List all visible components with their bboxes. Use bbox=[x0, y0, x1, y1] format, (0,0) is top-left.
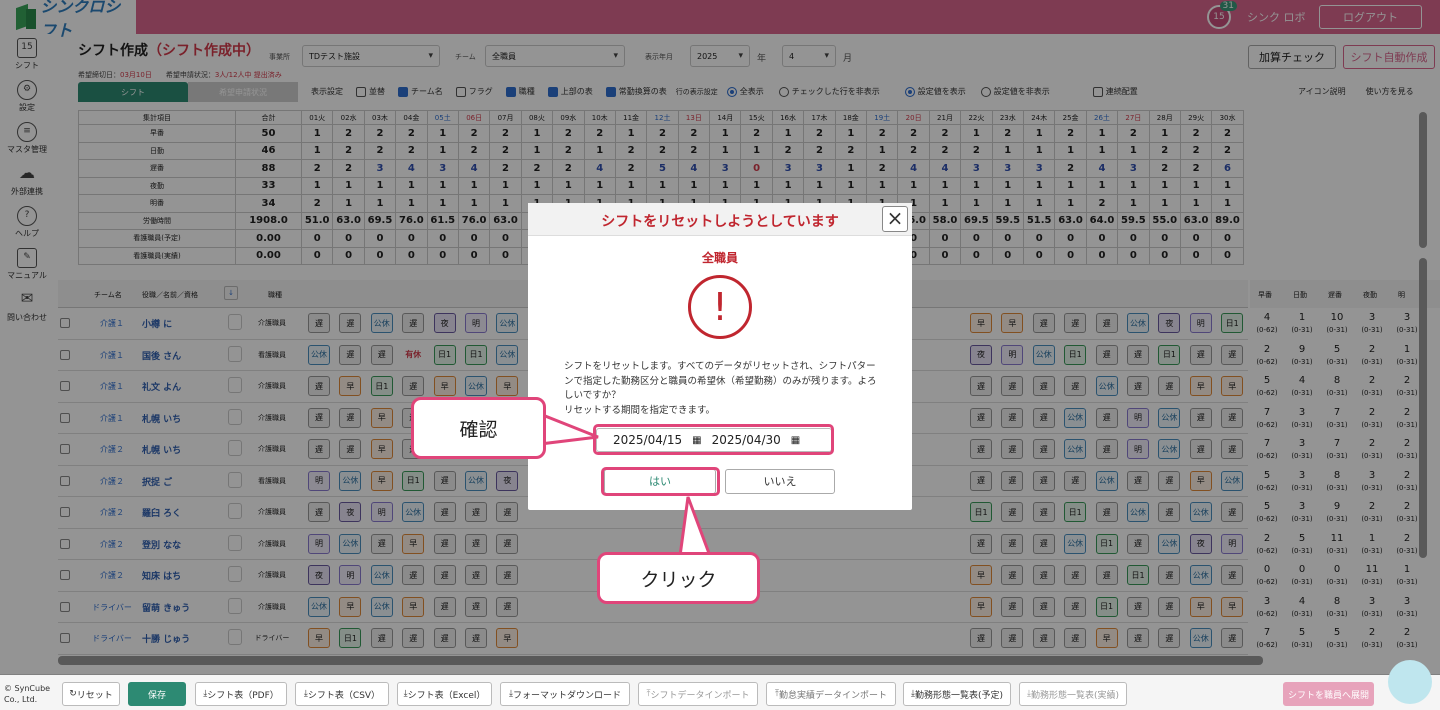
dialog-message: シフトをリセットします。すべてのデータがリセットされ、シフトパターンで指定した勤… bbox=[564, 361, 877, 416]
reset-button[interactable]: ↻ リセット bbox=[62, 682, 120, 706]
pdf-download-button[interactable]: ⤓ シフト表（PDF） bbox=[195, 682, 287, 706]
callout-click: クリック bbox=[597, 552, 760, 604]
attendance-import-button[interactable]: ⤒ 勤怠実績データインポート bbox=[766, 682, 896, 706]
no-button[interactable]: いいえ bbox=[725, 469, 835, 494]
plan-list-button[interactable]: ⤓ 勤務形態一覧表(予定) bbox=[903, 682, 1011, 706]
callout-confirm: 確認 bbox=[411, 397, 546, 459]
footer-bar: © SynCube Co., Ltd. ↻ リセット 保存 ⤓ シフト表（PDF… bbox=[0, 674, 1440, 710]
chat-robot-icon[interactable] bbox=[1388, 660, 1432, 704]
yes-button-highlight bbox=[601, 467, 720, 496]
save-button[interactable]: 保存 bbox=[128, 682, 186, 706]
actual-list-button[interactable]: ⤓ 勤務形態一覧表(実績) bbox=[1019, 682, 1127, 706]
warning-icon: ! bbox=[688, 275, 752, 339]
close-icon[interactable]: × bbox=[882, 206, 908, 232]
csv-download-button[interactable]: ⤓ シフト表（CSV） bbox=[295, 682, 389, 706]
shift-import-button[interactable]: ⤒ シフトデータインポート bbox=[638, 682, 758, 706]
publish-button[interactable]: シフトを職員へ展開 bbox=[1283, 682, 1374, 706]
excel-download-button[interactable]: ⤓ シフト表（Excel） bbox=[397, 682, 492, 706]
dialog-title: シフトをリセットしようとしています bbox=[601, 214, 839, 230]
copyright: © SynCube Co., Ltd. bbox=[4, 684, 51, 704]
dialog-target: 全職員 bbox=[701, 251, 738, 265]
reset-dialog: シフトをリセットしようとしています × 全職員 ! シフトをリセットします。すべ… bbox=[528, 203, 912, 510]
format-download-button[interactable]: ⤓ フォーマットダウンロード bbox=[500, 682, 630, 706]
date-range-highlight bbox=[593, 424, 834, 455]
